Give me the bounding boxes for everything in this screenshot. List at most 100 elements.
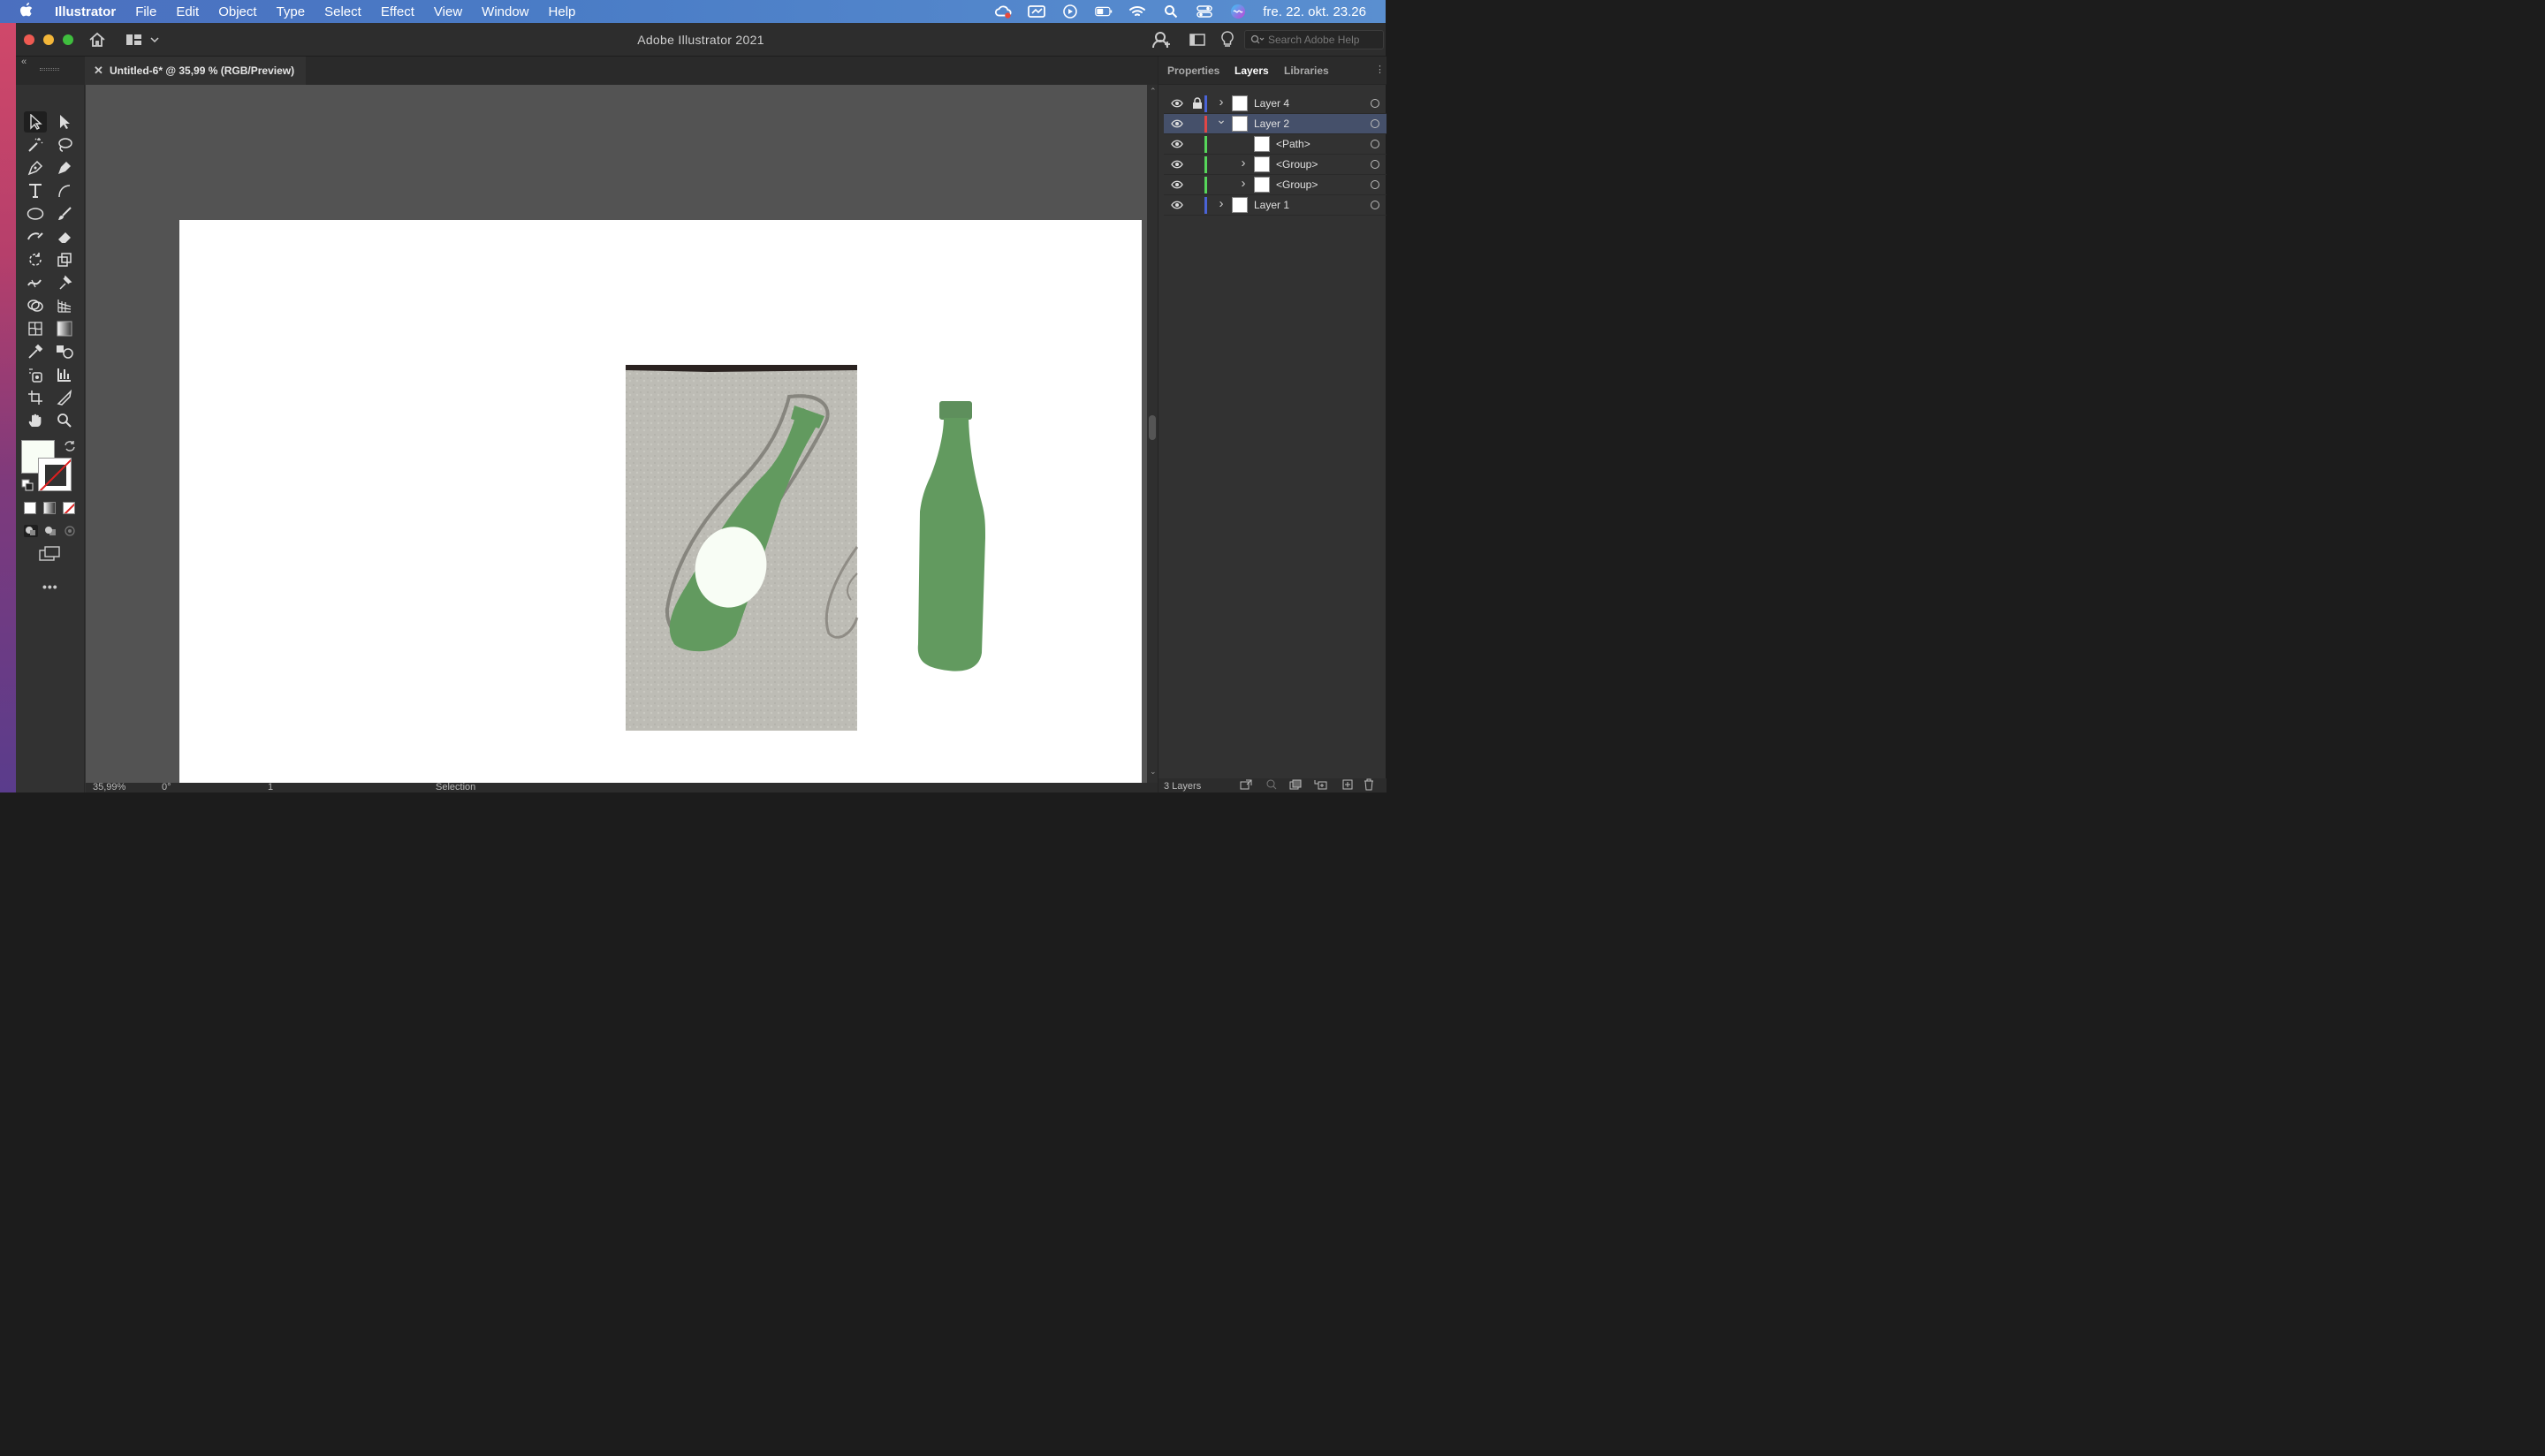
stroke-color-swatch[interactable] (38, 458, 72, 491)
visibility-eye-icon[interactable] (1171, 139, 1183, 149)
gradient-mode-icon[interactable] (43, 502, 56, 514)
rotate-tool-icon[interactable] (24, 249, 47, 270)
create-new-layer-icon[interactable] (1342, 779, 1353, 792)
delete-layer-icon[interactable] (1364, 778, 1374, 793)
draw-normal-icon[interactable] (24, 525, 38, 542)
layer-row[interactable]: › Layer 4 (1164, 94, 1386, 114)
selection-tool-icon[interactable] (24, 111, 47, 133)
pen-tool-icon[interactable] (24, 157, 47, 178)
expand-chevron-icon[interactable]: › (1216, 196, 1227, 211)
create-sublayer-icon[interactable] (1314, 779, 1330, 792)
none-mode-icon[interactable] (63, 502, 75, 514)
layer-name[interactable]: Layer 1 (1254, 199, 1289, 211)
color-mode-icon[interactable] (24, 502, 36, 514)
lock-toggle[interactable] (1192, 138, 1203, 150)
toolbar-grip[interactable] (40, 68, 59, 71)
apple-icon[interactable] (19, 2, 39, 21)
gradient-tool-icon[interactable] (53, 318, 76, 339)
layer-name[interactable]: Layer 4 (1254, 97, 1289, 110)
mesh-tool-icon[interactable] (24, 318, 47, 339)
direct-selection-tool-icon[interactable] (53, 111, 76, 133)
visibility-eye-icon[interactable] (1171, 98, 1183, 109)
artboard-number-field[interactable]: 1 (268, 782, 273, 792)
visibility-eye-icon[interactable] (1171, 200, 1183, 210)
visibility-eye-icon[interactable] (1171, 179, 1183, 190)
locate-object-icon[interactable] (1266, 779, 1277, 792)
curvature-tool-icon[interactable] (53, 157, 76, 178)
tab-libraries[interactable]: Libraries (1284, 64, 1329, 77)
lock-toggle[interactable] (1192, 178, 1203, 191)
expand-chevron-icon[interactable]: › (1238, 176, 1249, 191)
layer-row[interactable]: › <Group> (1164, 155, 1386, 175)
visibility-eye-icon[interactable] (1171, 118, 1183, 129)
menu-clock[interactable]: fre. 22. okt. 23.26 (1263, 4, 1366, 19)
target-circle-icon[interactable] (1371, 119, 1379, 128)
layer-row[interactable]: › Layer 1 (1164, 195, 1386, 216)
lock-toggle[interactable] (1192, 118, 1203, 130)
ellipse-tool-icon[interactable] (24, 203, 47, 224)
target-circle-icon[interactable] (1371, 201, 1379, 209)
battery-icon[interactable] (1095, 4, 1113, 19)
draw-behind-icon[interactable] (43, 525, 57, 542)
close-tab-icon[interactable]: ✕ (94, 64, 103, 78)
wifi-icon[interactable] (1128, 4, 1146, 19)
default-fill-stroke-icon[interactable] (21, 479, 34, 496)
layer-name[interactable]: <Group> (1276, 178, 1318, 191)
hand-tool-icon[interactable] (24, 410, 47, 431)
symbol-sprayer-tool-icon[interactable] (24, 364, 47, 385)
eraser-tool-icon[interactable] (53, 226, 76, 247)
lasso-tool-icon[interactable] (53, 134, 76, 155)
layer-name[interactable]: <Group> (1276, 158, 1318, 171)
menu-help[interactable]: Help (549, 4, 576, 19)
layer-name[interactable]: Layer 2 (1254, 118, 1289, 130)
width-tool-icon[interactable] (24, 272, 47, 293)
type-tool-icon[interactable] (24, 180, 47, 201)
perspective-grid-tool-icon[interactable] (53, 295, 76, 316)
layer-row[interactable]: ⌄ Layer 2 (1164, 112, 1386, 134)
menu-select[interactable]: Select (324, 4, 361, 19)
vertical-scroll-thumb[interactable] (1149, 415, 1156, 440)
scale-tool-icon[interactable] (53, 249, 76, 270)
menu-edit[interactable]: Edit (176, 4, 199, 19)
document-tab[interactable]: ✕ Untitled-6* @ 35,99 % (RGB/Preview) (85, 57, 306, 85)
puppet-warp-tool-icon[interactable] (53, 272, 76, 293)
help-search-input[interactable]: Search Adobe Help (1244, 30, 1384, 49)
notification-icon[interactable] (1028, 4, 1046, 19)
collapse-chevron-icon[interactable]: ⌄ (1216, 112, 1227, 126)
control-center-icon[interactable] (1196, 4, 1213, 19)
expand-chevron-icon[interactable]: › (1216, 95, 1227, 110)
menu-file[interactable]: File (135, 4, 156, 19)
lightbulb-icon[interactable] (1221, 31, 1234, 53)
menu-type[interactable]: Type (277, 4, 306, 19)
make-clipping-mask-icon[interactable] (1289, 779, 1302, 792)
creative-cloud-icon[interactable] (994, 4, 1012, 19)
draw-inside-icon[interactable] (63, 525, 77, 542)
eyedropper-tool-icon[interactable] (24, 341, 47, 362)
paintbrush-tool-icon[interactable] (53, 203, 76, 224)
collapse-toolbar-icon[interactable]: « (21, 57, 27, 67)
canvas-area[interactable] (86, 85, 1147, 783)
artboard[interactable] (179, 220, 1142, 783)
slice-tool-icon[interactable] (53, 387, 76, 408)
layer-row[interactable]: <Path> (1164, 134, 1386, 155)
rotate-view-field[interactable]: 0° (162, 782, 171, 792)
change-screen-mode-icon[interactable] (39, 546, 60, 566)
lock-toggle[interactable] (1192, 199, 1203, 211)
lock-toggle[interactable] (1192, 158, 1203, 171)
shaper-tool-icon[interactable] (24, 226, 47, 247)
scroll-up-icon[interactable]: ⌃ (1150, 87, 1157, 96)
zoom-level-field[interactable]: 35,99% (93, 782, 125, 792)
magic-wand-tool-icon[interactable] (24, 134, 47, 155)
blend-tool-icon[interactable] (53, 341, 76, 362)
target-circle-icon[interactable] (1371, 180, 1379, 189)
siri-icon[interactable] (1229, 4, 1247, 19)
menu-effect[interactable]: Effect (381, 4, 414, 19)
shape-builder-tool-icon[interactable] (24, 295, 47, 316)
menu-app-name[interactable]: Illustrator (55, 4, 116, 19)
collect-for-export-icon[interactable] (1240, 779, 1252, 792)
arrange-documents-icon[interactable] (1189, 34, 1205, 50)
tab-layers[interactable]: Layers (1235, 64, 1269, 77)
expand-chevron-icon[interactable]: › (1238, 155, 1249, 171)
menu-view[interactable]: View (434, 4, 462, 19)
target-circle-icon[interactable] (1371, 140, 1379, 148)
